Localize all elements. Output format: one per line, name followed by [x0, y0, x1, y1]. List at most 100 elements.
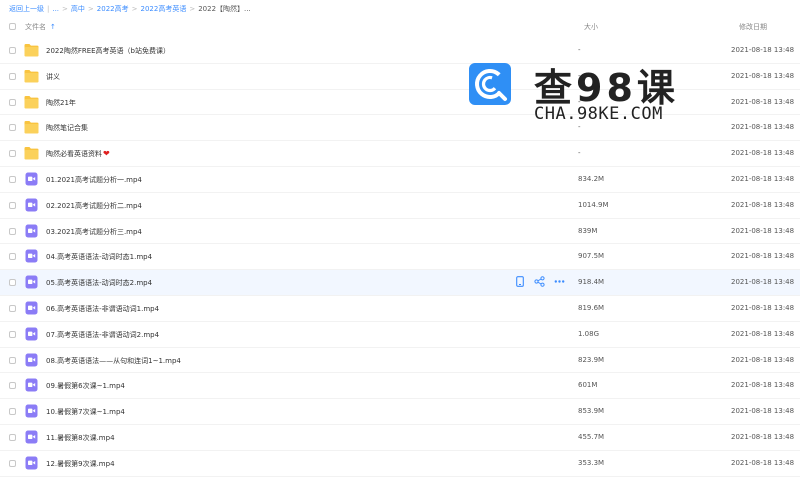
video-file-icon	[24, 456, 39, 470]
breadcrumb-separator: |	[47, 5, 50, 13]
row-checkbox[interactable]	[9, 459, 16, 467]
file-row[interactable]: 陶然21年 - 2021-08-18 13:48	[0, 90, 800, 116]
row-checkbox[interactable]	[9, 356, 16, 364]
file-name-text: 03.2021高考试题分析三.mp4	[46, 227, 142, 236]
file-row[interactable]: 01.2021高考试题分析一.mp4 834.2M 2021-08-18 13:48	[0, 167, 800, 193]
file-name-text: 2022陶然FREE高考英语（b站免费课）	[46, 47, 170, 55]
file-row[interactable]: 讲义 - 2021-08-18 13:48	[0, 64, 800, 90]
row-checkbox[interactable]	[9, 150, 16, 158]
row-checkbox[interactable]	[9, 72, 16, 80]
file-date: 2021-08-18 13:48	[731, 252, 795, 261]
file-date: 2021-08-18 13:48	[731, 97, 795, 106]
row-checkbox[interactable]	[9, 382, 16, 390]
file-name[interactable]: 陶然必看英语资料❤	[46, 149, 110, 159]
file-name-text: 05.高考英语语法-动词时态2.mp4	[46, 279, 153, 288]
file-name[interactable]: 02.2021高考试题分析二.mp4	[46, 201, 142, 211]
file-size: 907.5M	[578, 252, 605, 261]
file-size: 1014.9M	[578, 200, 609, 209]
more-icon[interactable]	[554, 276, 565, 287]
scrollbar[interactable]	[796, 38, 800, 468]
file-size: -	[578, 149, 581, 158]
breadcrumb-ellipsis[interactable]: ...	[52, 5, 59, 13]
breadcrumb-item-high-school[interactable]: 高中	[71, 4, 85, 14]
row-checkbox[interactable]	[9, 253, 16, 261]
file-row[interactable]: 05.高考英语语法-动词时态2.mp4 918.4M 2021-08-18 13:4…	[0, 270, 800, 296]
file-name[interactable]: 05.高考英语语法-动词时态2.mp4	[46, 278, 152, 288]
file-name[interactable]: 07.高考英语语法-非谓语动词2.mp4	[46, 330, 159, 340]
file-name[interactable]: 04.高考英语语法-动词时态1.mp4	[46, 252, 152, 262]
file-size: 819.6M	[578, 303, 605, 312]
file-row[interactable]: 07.高考英语语法-非谓语动词2.mp4 1.08G 2021-08-18 13:4…	[0, 322, 800, 348]
file-name[interactable]: 03.2021高考试题分析三.mp4	[46, 227, 142, 237]
row-checkbox[interactable]	[9, 227, 16, 235]
file-row[interactable]: 04.高考英语语法-动词时态1.mp4 907.5M 2021-08-18 13:4…	[0, 244, 800, 271]
file-name-text: 07.高考英语语法-非谓语动词2.mp4	[46, 330, 160, 339]
file-name[interactable]: 陶然21年	[46, 98, 76, 108]
video-file-icon	[24, 353, 39, 367]
breadcrumb-separator: >	[62, 5, 68, 13]
column-header-name[interactable]: 文件名 ↑	[25, 22, 56, 32]
file-name[interactable]: 11.暑假第8次课.mp4	[46, 433, 115, 443]
file-size: 455.7M	[578, 432, 605, 441]
breadcrumb-item-2022-gaokao[interactable]: 2022高考	[97, 4, 129, 14]
row-checkbox[interactable]	[9, 304, 16, 312]
file-row[interactable]: 2022陶然FREE高考英语（b站免费课） - 2021-08-18 13:48	[0, 38, 800, 64]
file-name[interactable]: 2022陶然FREE高考英语（b站免费课）	[46, 46, 170, 56]
breadcrumb-back[interactable]: 返回上一级	[9, 4, 44, 14]
file-name-text: 09.暑假第6次课~1.mp4	[46, 382, 125, 391]
file-row[interactable]: 11.暑假第8次课.mp4 455.7M 2021-08-18 13:48	[0, 425, 800, 451]
file-date: 2021-08-18 13:48	[731, 278, 795, 287]
file-name[interactable]: 12.暑假第9次课.mp4	[46, 459, 115, 469]
file-size: 918.4M	[578, 278, 605, 287]
folder-icon	[24, 95, 39, 109]
file-row[interactable]: 08.高考英语语法——从句和连词1~1.mp4 823.9M 2021-08-18 …	[0, 348, 800, 374]
row-checkbox[interactable]	[9, 279, 16, 287]
file-name[interactable]: 10.暑假第7次课~1.mp4	[46, 407, 125, 417]
file-name-text: 陶然21年	[46, 98, 76, 107]
file-row[interactable]: 陶然笔记合集 - 2021-08-18 13:48	[0, 115, 800, 142]
file-name[interactable]: 06.高考英语语法-非谓语动词1.mp4	[46, 304, 159, 314]
file-row[interactable]: 10.暑假第7次课~1.mp4 853.9M 2021-08-18 13:48	[0, 399, 800, 425]
file-name-text: 10.暑假第7次课~1.mp4	[46, 408, 125, 417]
file-name-text: 08.高考英语语法——从句和连词1~1.mp4	[46, 356, 181, 365]
video-file-icon	[24, 224, 39, 238]
select-all-checkbox[interactable]	[9, 23, 16, 30]
folder-icon	[24, 146, 39, 160]
row-checkbox[interactable]	[9, 98, 16, 106]
breadcrumb-item-2022-english[interactable]: 2022高考英语	[141, 4, 187, 14]
file-name-text: 陶然必看英语资料	[46, 150, 102, 159]
file-row[interactable]: 03.2021高考试题分析三.mp4 839M 2021-08-18 13:48	[0, 219, 800, 245]
file-name[interactable]: 陶然笔记合集	[46, 123, 88, 133]
file-date: 2021-08-18 13:48	[731, 458, 795, 467]
file-name-text: 讲义	[46, 72, 60, 81]
file-row[interactable]: 02.2021高考试题分析二.mp4 1014.9M 2021-08-18 13:4…	[0, 193, 800, 219]
file-date: 2021-08-18 13:48	[731, 200, 795, 209]
row-checkbox[interactable]	[9, 330, 16, 338]
video-file-icon	[24, 404, 39, 418]
file-row[interactable]: 陶然必看英语资料❤ - 2021-08-18 13:48	[0, 141, 800, 167]
file-date: 2021-08-18 13:48	[731, 329, 795, 338]
file-name[interactable]: 08.高考英语语法——从句和连词1~1.mp4	[46, 356, 181, 366]
video-file-icon	[24, 275, 39, 289]
file-row[interactable]: 09.暑假第6次课~1.mp4 601M 2021-08-18 13:48	[0, 373, 800, 400]
file-row[interactable]: 12.暑假第9次课.mp4 353.3M 2021-08-18 13:48	[0, 451, 800, 477]
row-checkbox[interactable]	[9, 47, 16, 54]
file-name-text: 06.高考英语语法-非谓语动词1.mp4	[46, 304, 160, 313]
column-header-size[interactable]: 大小	[584, 22, 598, 32]
row-checkbox[interactable]	[9, 433, 16, 441]
phone-icon[interactable]	[514, 276, 525, 288]
file-row[interactable]: 06.高考英语语法-非谓语动词1.mp4 819.6M 2021-08-18 13:…	[0, 296, 800, 322]
heart-icon: ❤	[103, 149, 110, 159]
breadcrumb-separator: >	[131, 5, 138, 13]
row-checkbox[interactable]	[9, 124, 16, 132]
file-name[interactable]: 讲义	[46, 72, 60, 82]
share-icon[interactable]	[534, 276, 545, 287]
file-name[interactable]: 01.2021高考试题分析一.mp4	[46, 175, 142, 185]
row-checkbox[interactable]	[9, 201, 16, 209]
row-checkbox[interactable]	[9, 175, 16, 183]
breadcrumb-separator: >	[189, 5, 196, 13]
file-name[interactable]: 09.暑假第6次课~1.mp4	[46, 381, 125, 391]
row-checkbox[interactable]	[9, 408, 16, 416]
arrow-up-icon: ↑	[50, 23, 56, 31]
column-header-date[interactable]: 修改日期	[739, 22, 767, 32]
